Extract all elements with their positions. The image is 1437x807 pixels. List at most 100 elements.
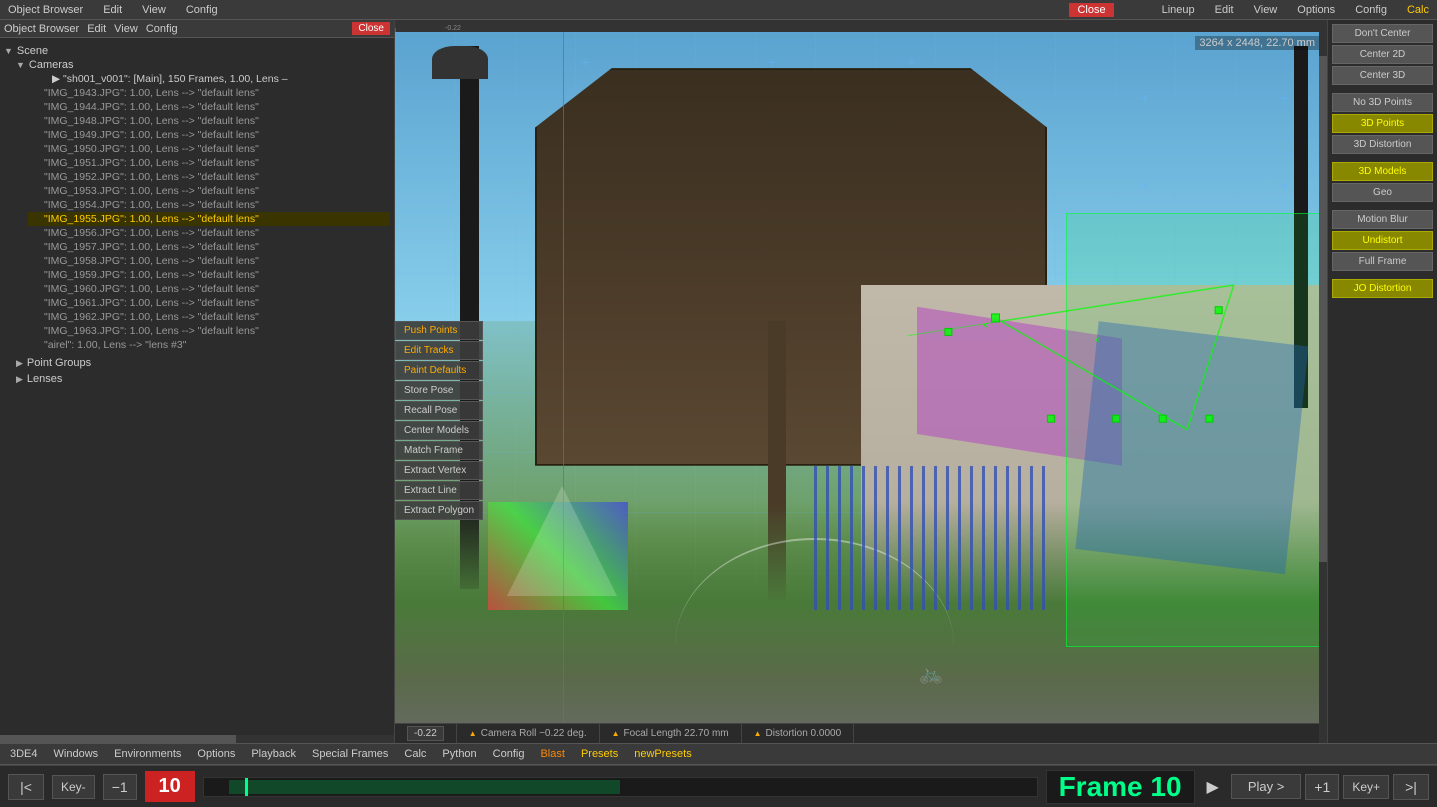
paint-defaults-button[interactable]: Paint Defaults bbox=[395, 361, 483, 380]
menu-object-browser[interactable]: Object Browser bbox=[4, 4, 87, 16]
camera-image-item[interactable]: "IMG_1956.JPG": 1.00, Lens --> "default … bbox=[28, 226, 390, 240]
plus-one-button[interactable]: +1 bbox=[1305, 774, 1339, 800]
viewport-info: 3264 x 2448, 22.70 mm bbox=[1195, 36, 1319, 50]
red-vertical-line bbox=[563, 32, 564, 743]
scrollbar-thumb bbox=[1319, 56, 1327, 562]
camera-image-item[interactable]: "IMG_1957.JPG": 1.00, Lens --> "default … bbox=[28, 240, 390, 254]
bmenu-windows[interactable]: Windows bbox=[52, 748, 101, 760]
menu-lineup[interactable]: Lineup bbox=[1158, 4, 1199, 16]
camera-image-item[interactable]: "IMG_1959.JPG": 1.00, Lens --> "default … bbox=[28, 268, 390, 282]
menu-edit-left[interactable]: Edit bbox=[99, 4, 126, 16]
frame-display: Frame 10 bbox=[1046, 770, 1195, 804]
extract-line-button[interactable]: Extract Line bbox=[395, 481, 483, 500]
cameras-label: Cameras bbox=[29, 59, 74, 71]
cameras-arrow: ▼ bbox=[16, 60, 25, 70]
scene-arrow: ▼ bbox=[4, 46, 13, 56]
go-start-button[interactable]: |< bbox=[8, 774, 44, 800]
menu-edit-right[interactable]: Edit bbox=[1211, 4, 1238, 16]
bmenu-playback[interactable]: Playback bbox=[249, 748, 298, 760]
camera-image-item[interactable]: "IMG_1943.JPG": 1.00, Lens --> "default … bbox=[28, 86, 390, 100]
camera-image-item[interactable]: "IMG_1962.JPG": 1.00, Lens --> "default … bbox=[28, 310, 390, 324]
center-3d-button[interactable]: Center 3D bbox=[1332, 66, 1433, 85]
camera-image-item[interactable]: "IMG_1963.JPG": 1.00, Lens --> "default … bbox=[28, 324, 390, 338]
ob-menu-object-browser[interactable]: Object Browser bbox=[4, 23, 79, 35]
recall-pose-button[interactable]: Recall Pose bbox=[395, 401, 483, 420]
focal-length-label: Focal Length 22.70 mm bbox=[624, 728, 729, 739]
camera-main-arrow: ▶ bbox=[52, 73, 63, 85]
camera-main-item[interactable]: ▶ "sh001_v001": [Main], 150 Frames, 1.00… bbox=[28, 72, 390, 86]
viewport[interactable]: -0.22 + + + + + bbox=[395, 20, 1327, 743]
menu-options[interactable]: Options bbox=[1293, 4, 1339, 16]
horizontal-scrollbar[interactable] bbox=[0, 735, 394, 743]
3d-points-button[interactable]: 3D Points bbox=[1332, 114, 1433, 133]
match-frame-button[interactable]: Match Frame bbox=[395, 441, 483, 460]
full-frame-button[interactable]: Full Frame bbox=[1332, 252, 1433, 271]
bmenu-environments[interactable]: Environments bbox=[112, 748, 183, 760]
camera-image-item[interactable]: "IMG_1952.JPG": 1.00, Lens --> "default … bbox=[28, 170, 390, 184]
camera-image-item[interactable]: "IMG_1948.JPG": 1.00, Lens --> "default … bbox=[28, 114, 390, 128]
camera-image-item[interactable]: "IMG_1944.JPG": 1.00, Lens --> "default … bbox=[28, 100, 390, 114]
ob-close-button[interactable]: Close bbox=[352, 22, 390, 35]
bmenu-calc[interactable]: Calc bbox=[402, 748, 428, 760]
go-end-button[interactable]: >| bbox=[1393, 774, 1429, 800]
camera-image-item[interactable]: "airel": 1.00, Lens --> "lens #3" bbox=[28, 338, 390, 352]
distortion-label: Distortion 0.0000 bbox=[766, 728, 842, 739]
menu-config-left[interactable]: Config bbox=[182, 4, 222, 16]
camera-image-item[interactable]: "IMG_1950.JPG": 1.00, Lens --> "default … bbox=[28, 142, 390, 156]
menu-view-left[interactable]: View bbox=[138, 4, 170, 16]
action-buttons-panel: Push Points Edit Tracks Paint Defaults S… bbox=[395, 321, 483, 520]
extract-polygon-button[interactable]: Extract Polygon bbox=[395, 501, 483, 520]
timeline-bar[interactable] bbox=[203, 777, 1038, 797]
minus-one-button[interactable]: −1 bbox=[103, 774, 137, 800]
camera-image-item[interactable]: "IMG_1955.JPG": 1.00, Lens --> "default … bbox=[28, 212, 390, 226]
center-models-button[interactable]: Center Models bbox=[395, 421, 483, 440]
camera-image-item[interactable]: "IMG_1949.JPG": 1.00, Lens --> "default … bbox=[28, 128, 390, 142]
camera-image-item[interactable]: "IMG_1954.JPG": 1.00, Lens --> "default … bbox=[28, 198, 390, 212]
menu-config-right[interactable]: Config bbox=[1351, 4, 1391, 16]
store-pose-button[interactable]: Store Pose bbox=[395, 381, 483, 400]
edit-tracks-button[interactable]: Edit Tracks bbox=[395, 341, 483, 360]
play-button[interactable]: Play > bbox=[1231, 774, 1302, 799]
dont-center-button[interactable]: Don't Center bbox=[1332, 24, 1433, 43]
camera-image-item[interactable]: "IMG_1960.JPG": 1.00, Lens --> "default … bbox=[28, 282, 390, 296]
bmenu-presets[interactable]: Presets bbox=[579, 748, 620, 760]
camera-roll-label: Camera Roll −0.22 deg. bbox=[481, 728, 587, 739]
bmenu-config[interactable]: Config bbox=[491, 748, 527, 760]
camera-image-item[interactable]: "IMG_1951.JPG": 1.00, Lens --> "default … bbox=[28, 156, 390, 170]
camera-image-item[interactable]: "IMG_1958.JPG": 1.00, Lens --> "default … bbox=[28, 254, 390, 268]
menu-close[interactable]: Close bbox=[1069, 3, 1113, 17]
geo-button[interactable]: Geo bbox=[1332, 183, 1433, 202]
center-2d-button[interactable]: Center 2D bbox=[1332, 45, 1433, 64]
jo-distortion-button[interactable]: JO Distortion bbox=[1332, 279, 1433, 298]
menu-calc[interactable]: Calc bbox=[1403, 4, 1433, 16]
key-plus-button[interactable]: Key+ bbox=[1343, 775, 1389, 799]
ob-menu-edit[interactable]: Edit bbox=[87, 23, 106, 35]
bmenu-blast[interactable]: Blast bbox=[538, 748, 566, 760]
bmenu-newpresets[interactable]: newPresets bbox=[632, 748, 693, 760]
right-buttons-panel: Don't Center Center 2D Center 3D No 3D P… bbox=[1327, 20, 1437, 743]
cursor-icon: ▶ bbox=[1203, 777, 1223, 797]
bmenu-python[interactable]: Python bbox=[440, 748, 478, 760]
ob-menu-config[interactable]: Config bbox=[146, 23, 178, 35]
scene-header[interactable]: ▼ Scene bbox=[4, 44, 390, 58]
bmenu-special-frames[interactable]: Special Frames bbox=[310, 748, 390, 760]
undistort-button[interactable]: Undistort bbox=[1332, 231, 1433, 250]
bmenu-3de4[interactable]: 3DE4 bbox=[8, 748, 40, 760]
key-minus-button[interactable]: Key- bbox=[52, 775, 95, 799]
camera-image-item[interactable]: "IMG_1953.JPG": 1.00, Lens --> "default … bbox=[28, 184, 390, 198]
extract-vertex-button[interactable]: Extract Vertex bbox=[395, 461, 483, 480]
point-groups-arrow: ▶ bbox=[16, 358, 23, 369]
motion-blur-button[interactable]: Motion Blur bbox=[1332, 210, 1433, 229]
no-3d-points-button[interactable]: No 3D Points bbox=[1332, 93, 1433, 112]
3d-models-button[interactable]: 3D Models bbox=[1332, 162, 1433, 181]
menu-view-right[interactable]: View bbox=[1250, 4, 1282, 16]
3d-distortion-button[interactable]: 3D Distortion bbox=[1332, 135, 1433, 154]
cameras-header[interactable]: ▼ Cameras bbox=[16, 58, 390, 72]
bmenu-options[interactable]: Options bbox=[195, 748, 237, 760]
lenses-header[interactable]: ▶ Lenses bbox=[16, 372, 390, 386]
viewport-scrollbar-v[interactable] bbox=[1319, 20, 1327, 743]
camera-image-item[interactable]: "IMG_1961.JPG": 1.00, Lens --> "default … bbox=[28, 296, 390, 310]
push-points-button[interactable]: Push Points bbox=[395, 321, 483, 340]
point-groups-header[interactable]: ▶ Point Groups bbox=[16, 356, 390, 370]
ob-menu-view[interactable]: View bbox=[114, 23, 138, 35]
